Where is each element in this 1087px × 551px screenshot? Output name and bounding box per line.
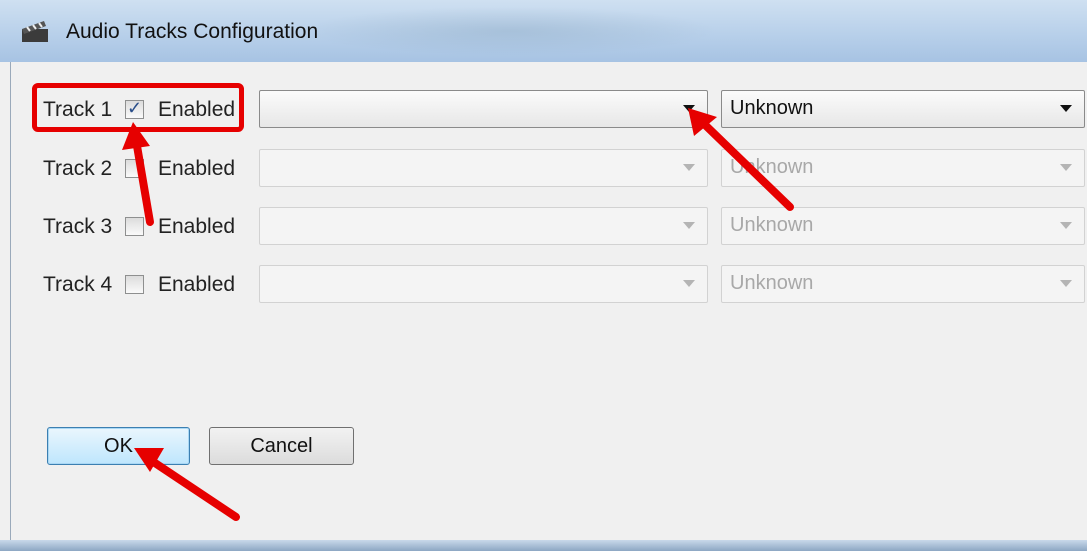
annotation-arrow-checkbox <box>132 136 154 226</box>
annotation-arrows <box>122 108 794 521</box>
annotation-arrowhead-checkbox <box>122 122 150 150</box>
annotation-arrow-ok <box>142 453 240 521</box>
annotation-arrow-dropdown <box>696 116 794 211</box>
window-title: Audio Tracks Configuration <box>66 20 319 43</box>
